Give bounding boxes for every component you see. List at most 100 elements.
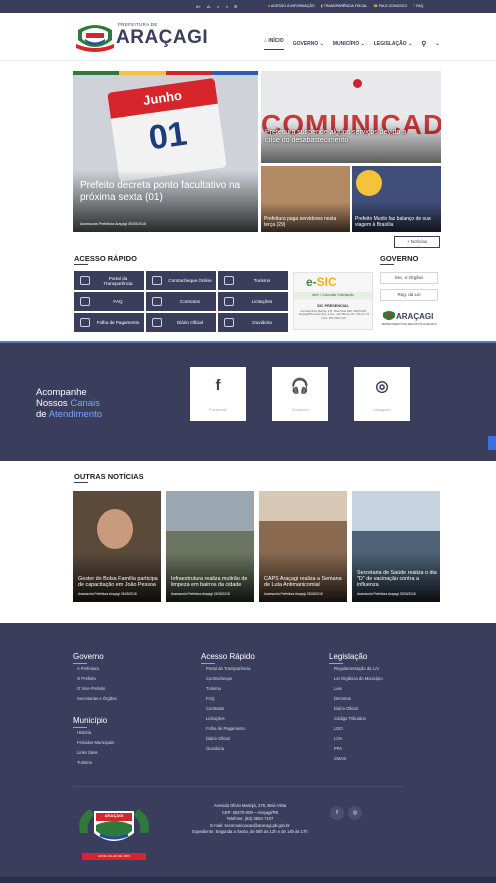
- hero-news-comunicado[interactable]: COMUNICADO Prefeitura suspende alguns se…: [261, 71, 441, 163]
- quick-link-contracheque[interactable]: Contracheque Online: [146, 271, 216, 290]
- footer-instagram-icon[interactable]: ◎: [348, 806, 362, 820]
- ouvidoria-channel-card[interactable]: 🎧 Ouvidoria: [272, 367, 328, 421]
- facebook-channel-card[interactable]: f Facebook: [190, 367, 246, 421]
- news-card-title[interactable]: Gestor do Bolsa Família participa de cap…: [78, 576, 158, 588]
- news-card-title[interactable]: Infraestrutura realiza mutirão de limpez…: [171, 576, 251, 588]
- footer-link[interactable]: O Prefeito: [77, 675, 117, 682]
- city-seal-icon: [79, 809, 149, 841]
- quick-link-faq[interactable]: FAQ: [74, 292, 144, 311]
- contrast-icon[interactable]: ◐: [217, 3, 219, 10]
- news-card[interactable]: Gestor do Bolsa Família participa de cap…: [73, 491, 161, 602]
- hero-main-title[interactable]: Prefeito decreta ponto facultativo na pr…: [80, 180, 248, 204]
- footer-city-seal[interactable]: ARAÇAGI 02 DE JULHO DE 1956: [76, 803, 152, 863]
- nav-inicio[interactable]: ⌂ INÍCIO: [264, 38, 284, 50]
- hero-news-title[interactable]: Prefeito Murilo faz balanço de sua viage…: [355, 216, 439, 228]
- reg-lei-button[interactable]: Reg. da Lei: [380, 289, 438, 301]
- footer-link[interactable]: Leis: [334, 685, 383, 692]
- top-link-faq[interactable]: ? FAQ: [413, 3, 423, 10]
- footer-link[interactable]: História: [77, 729, 114, 736]
- quick-link-contratos[interactable]: Contratos: [146, 292, 216, 311]
- main-nav: ⌂ INÍCIO GOVERNO ⌄ MUNICÍPIO ⌄ LEGISLAÇÃ…: [264, 38, 440, 50]
- top-link-transparencia[interactable]: ▮ TRANSPARÊNCIA FISCAL: [321, 3, 368, 10]
- esic-banner[interactable]: e-SIC Abrir / Consultar Solicitação SIC …: [293, 272, 373, 330]
- recursos-humanos-banner[interactable]: ARAÇAGI DEPARTAMENTO DE RECURSOS HUMANOS: [380, 310, 438, 328]
- news-card[interactable]: Infraestrutura realiza mutirão de limpez…: [166, 491, 254, 602]
- footer-link[interactable]: Decretos: [334, 695, 383, 702]
- instagram-channel-card[interactable]: ◎ Instagram: [354, 367, 410, 421]
- footer-link[interactable]: Ouvidoria: [206, 745, 250, 752]
- nav-municipio[interactable]: MUNICÍPIO ⌄: [333, 41, 365, 47]
- footer-link[interactable]: FAQ: [206, 695, 250, 702]
- menu-icon[interactable]: ☰: [234, 3, 238, 10]
- instagram-icon: ◎: [375, 378, 389, 395]
- footer-link[interactable]: Diário Oficial: [206, 735, 250, 742]
- hero-news-brasilia[interactable]: Prefeito Murilo faz balanço de sua viage…: [352, 166, 441, 232]
- suitcase-icon: [224, 276, 234, 285]
- top-link-fale-conosco[interactable]: ☎ FALE CONOSCO: [373, 3, 407, 10]
- footer-link[interactable]: Folha de Pagamento: [206, 725, 250, 732]
- footer-link[interactable]: A Prefeitura: [77, 665, 117, 672]
- esic-logo-main: SIC: [316, 275, 337, 289]
- font-increase-button[interactable]: A+: [196, 3, 201, 10]
- footer-link[interactable]: Diário Oficial: [334, 705, 383, 712]
- site-header: PREFEITURA DE ARAÇAGI ⌂ INÍCIO GOVERNO ⌄…: [0, 13, 496, 61]
- footer-link[interactable]: LDO: [334, 725, 383, 732]
- nav-governo[interactable]: GOVERNO ⌄: [293, 41, 324, 47]
- footer-link[interactable]: Feriados Municipais: [77, 739, 114, 746]
- more-news-button[interactable]: + Notícias: [394, 236, 440, 248]
- sec-orgaos-button[interactable]: Sec. e Órgãos: [380, 272, 438, 284]
- back-to-top-button[interactable]: [488, 436, 496, 450]
- footer-link[interactable]: Portal da Transparência: [206, 665, 250, 672]
- footer-link[interactable]: Secretarias e Órgãos: [77, 695, 117, 702]
- news-card-title[interactable]: Secretaria de Saúde realiza o dia "D" de…: [357, 570, 437, 588]
- governo-title: GOVERNO: [380, 254, 419, 263]
- footer-link[interactable]: PPA: [334, 745, 383, 752]
- contrast-alt-icon[interactable]: ◑: [225, 3, 227, 10]
- chevron-down-icon: ⌄: [360, 41, 365, 47]
- color-stripes: [73, 71, 258, 75]
- footer-link[interactable]: Contratos: [206, 705, 250, 712]
- acesso-rapido-title: ACESSO RÁPIDO: [74, 254, 137, 263]
- news-card[interactable]: Secretaria de Saúde realiza o dia "D" de…: [352, 491, 440, 602]
- news-card[interactable]: CAPS Araçagi realiza a Semana de Luta An…: [259, 491, 347, 602]
- seal-name: ARAÇAGI: [104, 813, 124, 818]
- hero-main-caption: Prefeito decreta ponto facultativo na pr…: [73, 170, 258, 232]
- hero-main-news[interactable]: Junho 01 Prefeito decreta ponto facultat…: [73, 71, 258, 232]
- hero-news-servidores[interactable]: Prefeitura paga servidores nesta terça (…: [261, 166, 350, 232]
- site-logo[interactable]: PREFEITURA DE ARAÇAGI: [76, 22, 208, 54]
- quick-link-licitacoes[interactable]: Licitações: [218, 292, 288, 311]
- news-card-title[interactable]: CAPS Araçagi realiza a Semana de Luta An…: [264, 576, 344, 588]
- footer-link[interactable]: O Vice-Prefeito: [77, 685, 117, 692]
- quick-link-turismo[interactable]: Turismo: [218, 271, 288, 290]
- footer-link[interactable]: LOA: [334, 735, 383, 742]
- top-link-label: TRANSPARÊNCIA FISCAL: [323, 4, 368, 8]
- top-link-acesso-informacao[interactable]: ● ACESSO À INFORMAÇÃO: [268, 3, 315, 10]
- footer-link[interactable]: Lei Orgânica do Município: [334, 675, 383, 682]
- footer-link[interactable]: CMAS: [334, 755, 383, 762]
- contact-email[interactable]: E-mail: secomunicacao@aracagi.pb.gov.br: [160, 823, 340, 830]
- font-decrease-button[interactable]: A-: [207, 3, 211, 10]
- search-icon[interactable]: ⚲: [421, 40, 426, 48]
- calendar-image: Junho 01: [107, 77, 227, 183]
- footer-link[interactable]: Turismo: [206, 685, 250, 692]
- quick-link-diario-oficial[interactable]: Diário Oficial: [146, 313, 216, 332]
- phone-icon: ☎: [373, 4, 378, 8]
- nav-legislacao[interactable]: LEGISLAÇÃO ⌄: [374, 41, 412, 47]
- footer-link[interactable]: Código Tributário: [334, 715, 383, 722]
- footer-link[interactable]: Regulamentação da LAI: [334, 665, 383, 672]
- quick-link-folha-pagamento[interactable]: Folha de Pagamento: [74, 313, 144, 332]
- acesso-rapido-grid: Portal da Transparência Contracheque Onl…: [74, 271, 288, 332]
- hero-news-title[interactable]: Prefeitura paga servidores nesta terça (…: [264, 216, 348, 228]
- footer-link[interactable]: Turismo: [77, 759, 114, 766]
- footer-link[interactable]: Links Úteis: [77, 749, 114, 756]
- chevron-down-icon[interactable]: ⌄: [435, 41, 439, 47]
- quick-link-ouvidoria[interactable]: Ouvidoria: [218, 313, 288, 332]
- hero-news-title[interactable]: Prefeitura suspende alguns serviços devi…: [265, 129, 415, 145]
- footer-link[interactable]: Contracheque: [206, 675, 250, 682]
- footer-link[interactable]: Licitações: [206, 715, 250, 722]
- quick-link-portal-transparencia[interactable]: Portal da Transparência: [74, 271, 144, 290]
- contract-icon: [152, 297, 162, 306]
- footer-facebook-icon[interactable]: f: [330, 806, 344, 820]
- footer-underline: [73, 727, 87, 728]
- esic-open-request-link[interactable]: Abrir / Consultar Solicitação: [294, 292, 372, 299]
